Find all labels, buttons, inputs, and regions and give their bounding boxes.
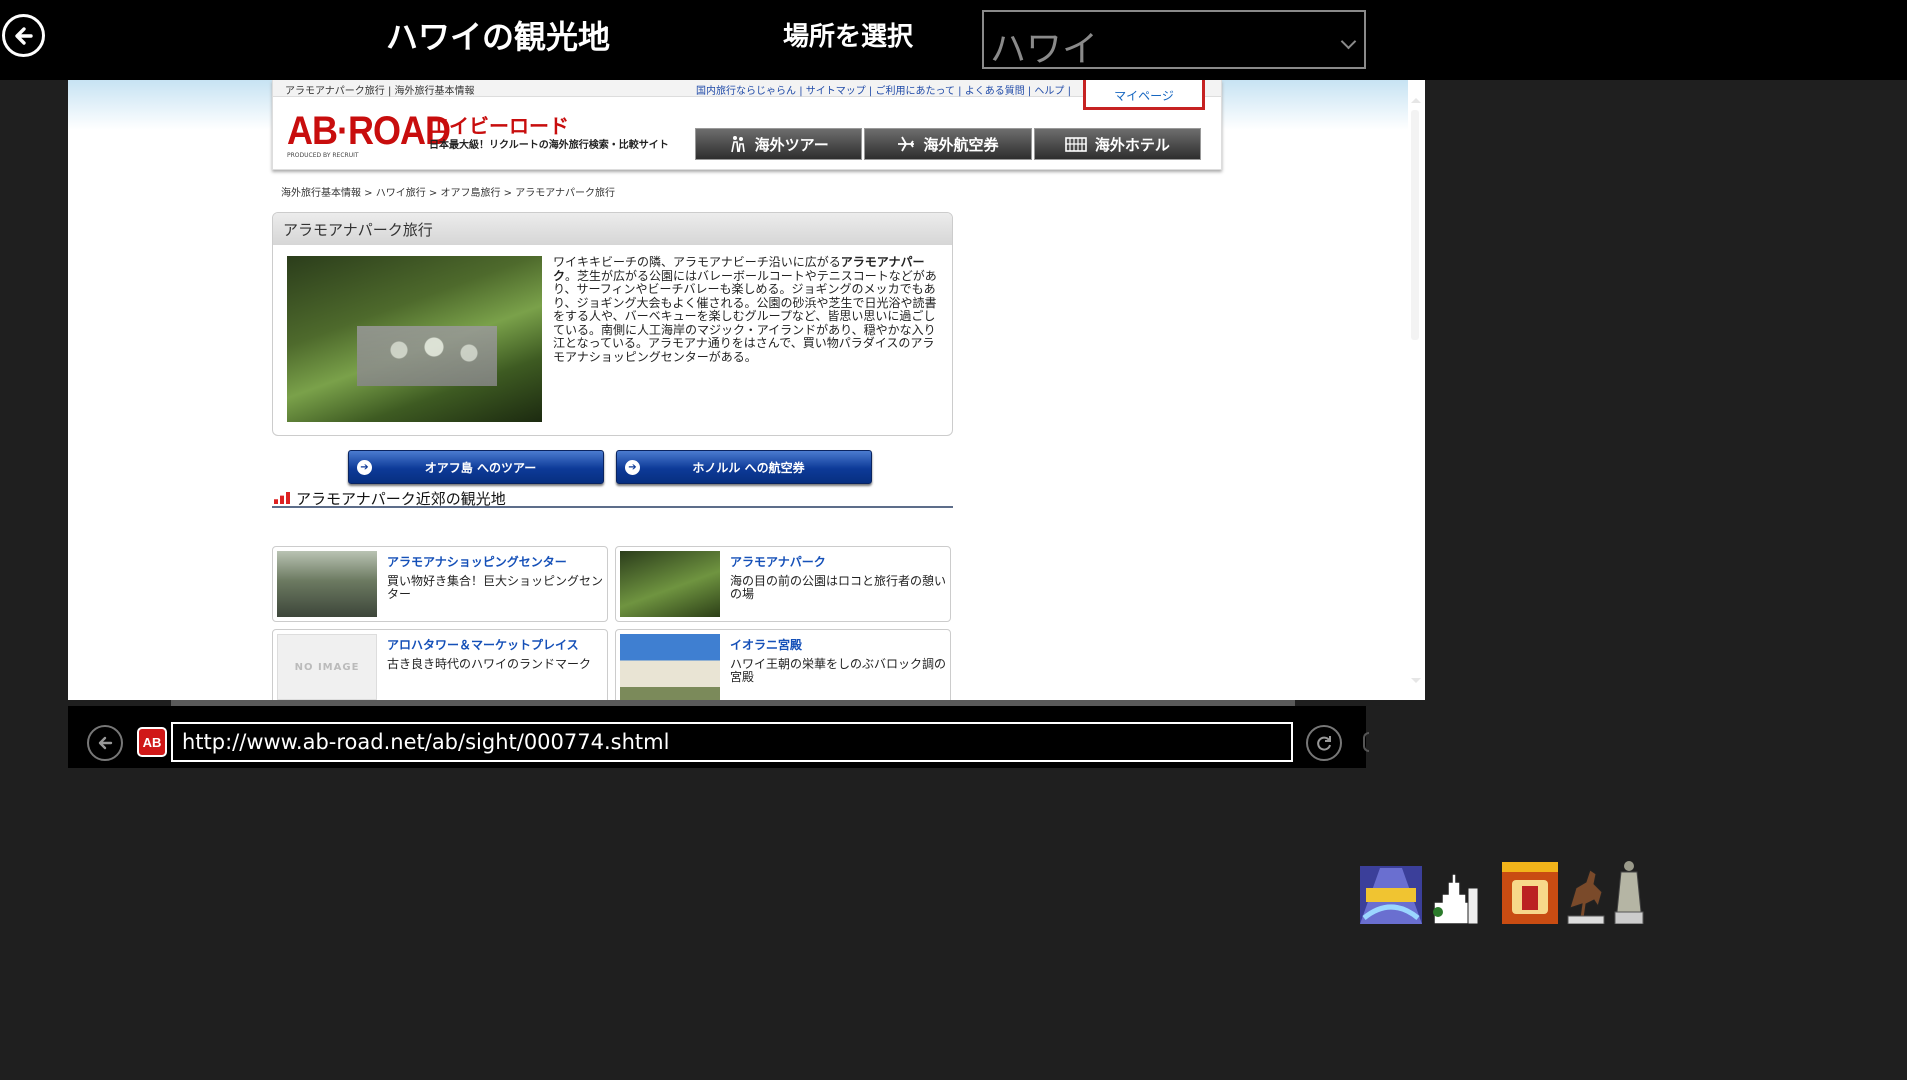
breadcrumb[interactable]: 海外旅行基本情報 > ハワイ旅行 > オアフ島旅行 > アラモアナパーク旅行 — [281, 184, 615, 199]
location-select[interactable]: ハワイ — [982, 10, 1366, 70]
back-arrow-icon — [98, 736, 113, 750]
button-label: ホノルル への航空券 — [692, 460, 805, 475]
url-input[interactable] — [171, 722, 1293, 762]
park-photo — [287, 256, 542, 422]
airplane-icon — [898, 136, 915, 152]
landmark-gate-icon — [1502, 862, 1558, 924]
location-select-value: ハワイ — [990, 29, 1099, 70]
arrow-right-circle-icon: ➔ — [625, 459, 640, 475]
landmark-horse-statue-icon — [1567, 869, 1605, 924]
sight-panel: アラモアナパーク旅行 ワイキキビーチの隣、アラモアナビーチ沿いに広がるアラモアナ… — [272, 212, 953, 436]
scroll-up-icon[interactable] — [1411, 98, 1421, 103]
park-thumbnail — [620, 551, 720, 617]
tour-people-icon — [730, 136, 745, 153]
card-desc: 古き良き時代のハワイのランドマーク — [387, 657, 592, 671]
nearby-heading-text: アラモアナパーク近郊の観光地 — [296, 490, 506, 508]
refresh-button[interactable] — [1306, 725, 1342, 761]
card-title[interactable]: アラモアナパーク — [730, 553, 826, 570]
nav-overseas-tour[interactable]: 海外ツアー — [695, 128, 863, 160]
landmark-tower-icon — [1360, 866, 1422, 924]
site-header: アラモアナパーク旅行 | 海外旅行基本情報 国内旅行ならじゃらん | サイトマッ… — [272, 80, 1222, 170]
site-topline: アラモアナパーク旅行 | 海外旅行基本情報 国内旅行ならじゃらん | サイトマッ… — [273, 80, 1221, 97]
location-label: 場所を選択 — [783, 22, 914, 52]
back-arrow-icon — [14, 26, 33, 45]
nav-overseas-hotel[interactable]: 海外ホテル — [1033, 128, 1201, 160]
scrollbar-thumb[interactable] — [1411, 110, 1419, 340]
site-nav: 海外ツアー 海外航空券 海外ホテル — [695, 128, 1201, 160]
nearby-card[interactable]: アラモアナパーク 海の目の前の公園はロコと旅行者の憩いの場 — [615, 546, 951, 622]
card-desc: 買い物好き集合！巨大ショッピングセンター — [387, 574, 604, 601]
nearby-card[interactable]: NO IMAGE アロハタワー＆マーケットプレイス 古き良き時代のハワイのランド… — [272, 629, 608, 700]
nearby-card[interactable]: イオラニ宮殿 ハワイ王朝の栄華をしのぶバロック調の宮殿 — [615, 629, 951, 700]
app-bar: ハワイの観光地 場所を選択 ハワイ — [0, 0, 1907, 80]
more-button[interactable] — [1363, 732, 1369, 752]
back-button[interactable] — [2, 14, 45, 57]
site-logo-kana: エイビーロード — [429, 114, 569, 138]
bar-chart-icon — [274, 492, 290, 504]
site-tagline: 日本最大級！リクルートの海外旅行検索・比較サイト — [429, 140, 669, 151]
sight-description: ワイキキビーチの隣、アラモアナビーチ沿いに広がるアラモアナパーク。芝生が広がる公… — [553, 255, 943, 364]
nav-overseas-air[interactable]: 海外航空券 — [864, 128, 1032, 160]
sight-heading: アラモアナパーク旅行 — [273, 213, 952, 245]
desc-text: 。芝生が広がる公園にはバレーボールコートやテニスコートなどがあり、サーフィンやビ… — [553, 268, 937, 364]
hotel-building-icon — [1065, 137, 1087, 152]
palace-thumbnail — [620, 634, 720, 700]
nearby-card[interactable]: アラモアナショッピングセンター 買い物好き集合！巨大ショッピングセンター — [272, 546, 608, 622]
site-logo[interactable]: AB·ROAD — [287, 108, 451, 154]
nav-label: 海外ホテル — [1094, 135, 1170, 154]
oahu-tour-button[interactable]: ➔ オアフ島 へのツアー — [348, 450, 604, 484]
refresh-icon — [1317, 736, 1331, 751]
scroll-down-icon[interactable] — [1411, 678, 1421, 683]
landmark-statue-icon — [1614, 861, 1644, 924]
honolulu-air-button[interactable]: ➔ ホノルル への航空券 — [616, 450, 872, 484]
no-image-placeholder: NO IMAGE — [277, 634, 377, 700]
nav-label: 海外航空券 — [923, 135, 999, 154]
card-title[interactable]: アロハタワー＆マーケットプレイス — [387, 636, 579, 653]
button-label: オアフ島 へのツアー — [424, 460, 537, 475]
topline-text: アラモアナパーク旅行 | 海外旅行基本情報 — [285, 86, 475, 97]
app-title: ハワイの観光地 — [386, 18, 611, 56]
topline-links[interactable]: 国内旅行ならじゃらん | サイトマップ | ご利用にあたって | よくある質問 … — [696, 82, 1071, 97]
card-title[interactable]: アラモアナショッピングセンター — [387, 553, 567, 570]
nav-label: 海外ツアー — [754, 135, 829, 154]
arrow-right-circle-icon: ➔ — [357, 459, 372, 475]
browser-back-button[interactable] — [87, 725, 123, 761]
site-favicon: AB — [137, 727, 167, 757]
chevron-down-icon — [1340, 33, 1357, 50]
landmark-icons — [1360, 858, 1646, 924]
mypage-button[interactable]: マイページ — [1083, 80, 1205, 110]
desc-text: ワイキキビーチの隣、アラモアナビーチ沿いに広がる — [553, 255, 841, 269]
web-view[interactable]: アラモアナパーク旅行 | 海外旅行基本情報 国内旅行ならじゃらん | サイトマッ… — [68, 80, 1425, 700]
nearby-heading: アラモアナパーク近郊の観光地 — [272, 488, 953, 508]
produced-by: PRODUCED BY RECRUIT — [287, 152, 359, 159]
shopping-center-thumbnail — [277, 551, 377, 617]
card-desc: 海の目の前の公園はロコと旅行者の憩いの場 — [730, 574, 947, 601]
address-bar: AB — [68, 706, 1369, 768]
card-desc: ハワイ王朝の栄華をしのぶバロック調の宮殿 — [730, 657, 947, 684]
card-title[interactable]: イオラニ宮殿 — [730, 636, 802, 653]
landmark-castle-icon — [1433, 873, 1479, 924]
